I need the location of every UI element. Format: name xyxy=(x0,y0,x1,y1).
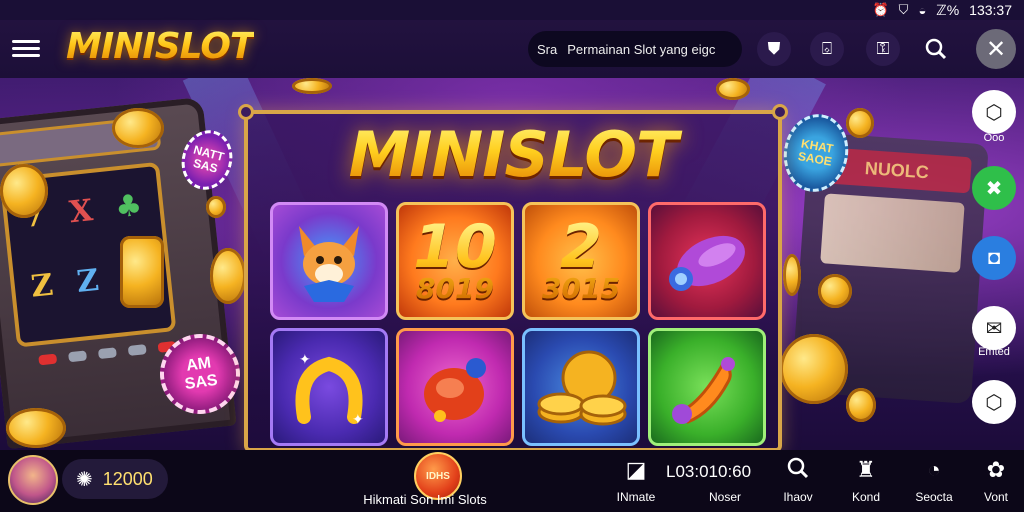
clock-icon: ◔ xyxy=(927,457,941,482)
game-tile-coin-stack[interactable] xyxy=(522,328,640,446)
nav-label: Ihaov xyxy=(783,490,813,504)
nav-label: Vont xyxy=(983,490,1009,504)
search-text: Permainan Slot yang eigc xyxy=(567,41,716,57)
key-icon[interactable]: ⚿ xyxy=(866,32,900,66)
nav-noser[interactable]: Noser xyxy=(693,456,757,504)
svg-text:✦: ✦ xyxy=(299,351,311,367)
game-tile-horn[interactable] xyxy=(648,328,766,446)
badge-icon[interactable]: ⛊ xyxy=(757,32,791,66)
game-scene: 7 X ♣ Z Z ● NUOLC NATTSAS AMSAS KHATSAOE… xyxy=(0,78,1024,450)
side-button-2[interactable]: ✖ xyxy=(972,166,1016,210)
nav-kond[interactable]: ♜ Kond xyxy=(834,456,898,504)
close-icon: ✕ xyxy=(985,35,1007,63)
status-time: 133:37 xyxy=(969,2,1012,18)
alarm-icon: ⏰ xyxy=(872,2,889,17)
close-button[interactable]: ✕ xyxy=(976,29,1016,69)
game-grid: 10 8019 2 3015 ✦ ✦ xyxy=(270,202,766,446)
nav-ihaov[interactable]: Ihaov xyxy=(766,456,830,504)
coin-stack-icon xyxy=(537,350,627,426)
side-button-1-label: Ooo xyxy=(983,132,1005,144)
search-icon[interactable] xyxy=(919,32,953,66)
coin-decor xyxy=(846,388,876,422)
coin-decor xyxy=(120,236,164,308)
center-game-label: Hikmati Son Imi Slots xyxy=(363,492,487,507)
game-tile-horseshoe[interactable]: ✦ ✦ xyxy=(270,328,388,446)
gear-icon: ✺ xyxy=(76,468,93,491)
search-input[interactable]: Sra Permainan Slot yang eigc xyxy=(528,31,742,67)
rocket-icon xyxy=(669,235,745,291)
nav-label: Kond xyxy=(851,490,881,504)
avatar[interactable] xyxy=(8,455,58,505)
side-button-1[interactable]: ⬡ xyxy=(972,90,1016,134)
battery-text: ℤ% xyxy=(936,1,960,18)
flower-icon: ✿ xyxy=(986,457,1006,482)
bottom-bar: ✺ 12000 IDHS Hikmati Son Imi Slots ◪ INm… xyxy=(0,450,1024,512)
nav-seocta[interactable]: ◔ Seocta xyxy=(902,456,966,504)
tile-number-bottom: 8019 xyxy=(416,272,494,306)
balance-value: 12000 xyxy=(102,468,153,489)
hexagon-icon: ⬡ xyxy=(985,101,1003,124)
horn-icon xyxy=(672,357,735,424)
coin-decor xyxy=(6,408,66,448)
nav-label: Seocta xyxy=(915,490,953,504)
side-button-4-label: Emted xyxy=(978,346,1010,358)
search-icon xyxy=(766,456,830,484)
shield-icon: ⛉ xyxy=(898,2,909,17)
wifi-icon: ◒ xyxy=(918,2,927,18)
nav-label: Noser xyxy=(708,490,741,504)
game-panel: MINISLOT 10 8019 2 3015 ✦ ✦ xyxy=(238,104,788,450)
side-button-5[interactable]: ⬡ xyxy=(972,380,1016,424)
svg-text:✦: ✦ xyxy=(352,411,364,427)
game-tile-rocket[interactable] xyxy=(648,202,766,320)
inbox-icon: ✉ xyxy=(985,317,1003,340)
coin-decor xyxy=(292,78,332,94)
coin-decor xyxy=(210,248,246,304)
game-title: MINISLOT xyxy=(248,118,778,191)
side-button-4[interactable]: ✉ xyxy=(972,306,1016,350)
gem-icon xyxy=(424,358,486,422)
coin-decor xyxy=(112,108,164,148)
fox-icon xyxy=(299,226,359,302)
game-tile-fox[interactable] xyxy=(270,202,388,320)
horseshoe-icon: ✦ ✦ xyxy=(295,351,364,427)
game-tile-number-1[interactable]: 10 8019 xyxy=(396,202,514,320)
bag-icon: ◘ xyxy=(987,246,1001,269)
nav-vont[interactable]: ✿ Vont xyxy=(964,456,1024,504)
game-tile-gem[interactable] xyxy=(396,328,514,446)
top-bar: MINISLOT Sra Permainan Slot yang eigc ⛊ … xyxy=(0,20,1024,78)
app-logo[interactable]: MINISLOT xyxy=(66,26,254,67)
nav-inmate[interactable]: ◪ INmate xyxy=(604,456,668,504)
coin-decor xyxy=(783,254,801,296)
coin-decor xyxy=(206,196,226,218)
hexagon-icon: ⬡ xyxy=(985,391,1003,414)
menu-button[interactable] xyxy=(12,36,40,62)
coin-decor xyxy=(818,274,852,308)
x-icon: ✖ xyxy=(985,177,1003,200)
side-button-3[interactable]: ◘ xyxy=(972,236,1016,280)
search-prefix: Sra xyxy=(537,41,558,57)
tile-number-top: 10 xyxy=(413,212,497,283)
trophy-icon: ♜ xyxy=(856,457,876,482)
coin-decor xyxy=(846,108,874,138)
bookmark-icon: ◪ xyxy=(625,457,647,482)
coin-decor xyxy=(780,334,848,404)
coin-decor xyxy=(0,164,48,218)
nav-label: INmate xyxy=(616,490,656,504)
tile-number-top: 2 xyxy=(560,212,602,283)
shop-icon[interactable]: ⌺ xyxy=(810,32,844,66)
tile-number-bottom: 3015 xyxy=(542,272,620,306)
center-button-label: IDHS xyxy=(426,470,450,482)
status-bar: ⏰ ⛉ ◒ ℤ% 133:37 xyxy=(804,0,1024,20)
balance-display[interactable]: ✺ 12000 xyxy=(62,459,168,499)
game-tile-number-2[interactable]: 2 3015 xyxy=(522,202,640,320)
coin-decor xyxy=(716,78,750,100)
